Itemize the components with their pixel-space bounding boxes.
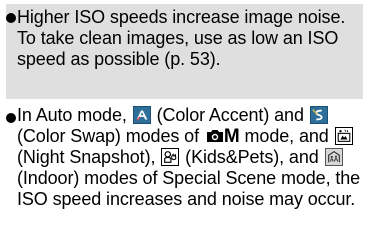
camera-icon (206, 129, 224, 143)
note-text-part: (Color Swap) modes of (17, 126, 204, 146)
kids-pets-icon (161, 148, 180, 166)
indoor-icon (324, 148, 343, 166)
color-swap-icon (309, 106, 328, 124)
note-text: Higher ISO speeds increase image noise. … (17, 7, 346, 69)
note-text-part: (Color Accent) and (151, 105, 309, 125)
note-text-part: (Night Snapshot), (17, 147, 161, 167)
note-auto-mode: In Auto mode, (Color Accent) and (Color … (6, 105, 363, 245)
night-snapshot-icon (334, 127, 353, 145)
note-text: In Auto mode, (Color Accent) and (Color … (17, 105, 363, 210)
document-page: Higher ISO speeds increase image noise. … (0, 0, 369, 244)
note-text-part: (Indoor) modes of Special Scene mode, th… (17, 168, 361, 209)
note-text-part: (Kids&Pets), and (180, 147, 324, 167)
mode-letter: M (223, 126, 240, 147)
bullet-icon (6, 13, 16, 23)
color-accent-icon (132, 106, 151, 124)
note-text-part: In Auto mode, (17, 105, 132, 125)
bullet-icon (6, 113, 16, 123)
note-iso-noise: Higher ISO speeds increase image noise. … (6, 4, 363, 99)
note-text-part: mode, and (239, 126, 334, 146)
